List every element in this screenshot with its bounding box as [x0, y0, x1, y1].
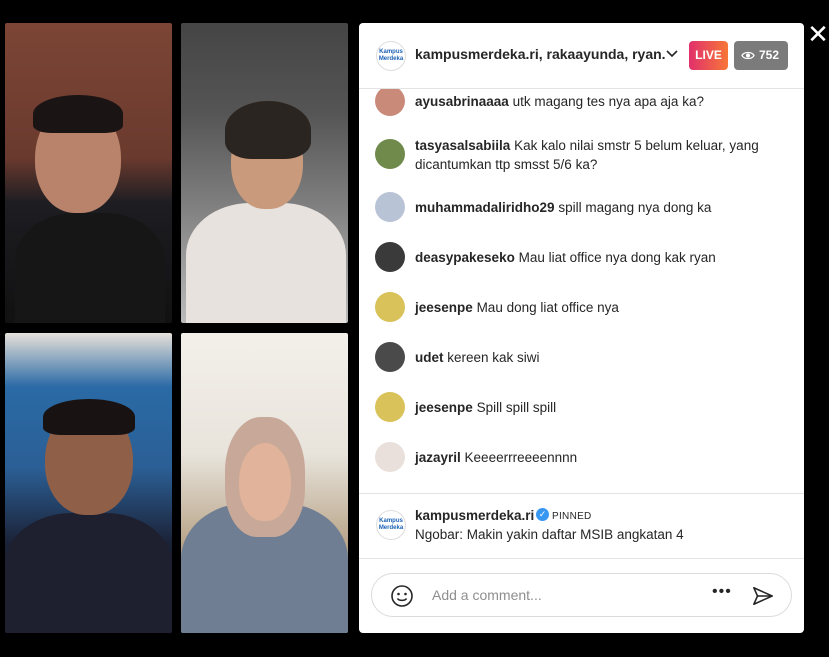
comment-text: spill magang nya dong ka — [558, 200, 712, 215]
commenter-avatar[interactable] — [375, 139, 405, 169]
participant-hair — [225, 101, 311, 159]
logo-text: Kampus Merdeka — [378, 518, 404, 531]
comment-text: Keeeerrreeeennnn — [464, 450, 578, 465]
comment-text: Mau dong liat office nya — [476, 300, 619, 315]
pinned-username[interactable]: kampusmerdeka.ri — [415, 508, 534, 523]
participant-hair — [43, 399, 135, 435]
chevron-down-icon[interactable] — [665, 43, 681, 63]
commenter-avatar[interactable] — [375, 292, 405, 322]
comment-composer[interactable]: Add a comment... ••• — [371, 573, 792, 617]
comment-username[interactable]: ayusabrinaaaa — [415, 94, 509, 109]
host-names[interactable]: kampusmerdeka.ri, rakaayunda, ryan... — [415, 46, 665, 62]
comment-username[interactable]: jeesenpe — [415, 300, 473, 315]
viewer-count-badge: 752 — [734, 41, 788, 70]
close-icon[interactable]: ✕ — [807, 20, 829, 50]
comment-username[interactable]: tasyasalsabiila — [415, 138, 510, 153]
verified-icon: ✓ — [536, 508, 549, 521]
comment-text: kereen kak siwi — [447, 350, 540, 365]
comment-text: utk magang tes nya apa aja ka? — [512, 94, 704, 109]
pinned-comment[interactable]: Kampus Merdeka kampusmerdeka.ri ✓ PINNED… — [359, 493, 804, 559]
pinned-tag: PINNED — [552, 511, 592, 522]
video-tile-3[interactable] — [5, 333, 172, 633]
participant-body — [15, 213, 165, 323]
pinned-avatar[interactable]: Kampus Merdeka — [376, 510, 406, 540]
viewer-count: 752 — [759, 48, 780, 62]
participant-hair — [33, 95, 123, 133]
comment-list[interactable]: ayusabrinaaaa utk magang tes nya apa aja… — [359, 89, 804, 493]
host-avatar[interactable]: Kampus Merdeka — [376, 41, 406, 71]
participant-body — [186, 203, 346, 323]
commenter-avatar[interactable] — [375, 242, 405, 272]
commenter-avatar[interactable] — [375, 192, 405, 222]
live-header: Kampus Merdeka kampusmerdeka.ri, rakaayu… — [359, 23, 804, 89]
comment-username[interactable]: jazayril — [415, 450, 461, 465]
participant-head — [239, 443, 291, 521]
comment-username[interactable]: udet — [415, 350, 444, 365]
emoji-icon[interactable] — [390, 584, 414, 608]
logo-text: Kampus Merdeka — [378, 49, 404, 62]
video-tile-1[interactable] — [5, 23, 172, 323]
comment-username[interactable]: jeesenpe — [415, 400, 473, 415]
video-tile-2[interactable] — [181, 23, 348, 323]
commenter-avatar[interactable] — [375, 89, 405, 116]
live-badge: LIVE — [689, 41, 728, 70]
participant-body — [5, 513, 172, 633]
commenter-avatar[interactable] — [375, 342, 405, 372]
comment-username[interactable]: deasypakeseko — [415, 250, 515, 265]
video-tile-4[interactable] — [181, 333, 348, 633]
eye-icon — [741, 51, 755, 60]
comment-text: Spill spill spill — [476, 400, 557, 415]
comment-input[interactable]: Add a comment... — [432, 587, 542, 603]
pinned-text: Ngobar: Makin yakin daftar MSIB angkatan… — [415, 527, 684, 542]
live-chat-panel: Kampus Merdeka kampusmerdeka.ri, rakaayu… — [359, 23, 804, 633]
commenter-avatar[interactable] — [375, 442, 405, 472]
comment-username[interactable]: muhammadaliridho29 — [415, 200, 555, 215]
commenter-avatar[interactable] — [375, 392, 405, 422]
more-options-icon[interactable]: ••• — [712, 583, 732, 601]
comment-text: Mau liat office nya dong kak ryan — [518, 250, 716, 265]
send-icon[interactable] — [752, 585, 774, 607]
